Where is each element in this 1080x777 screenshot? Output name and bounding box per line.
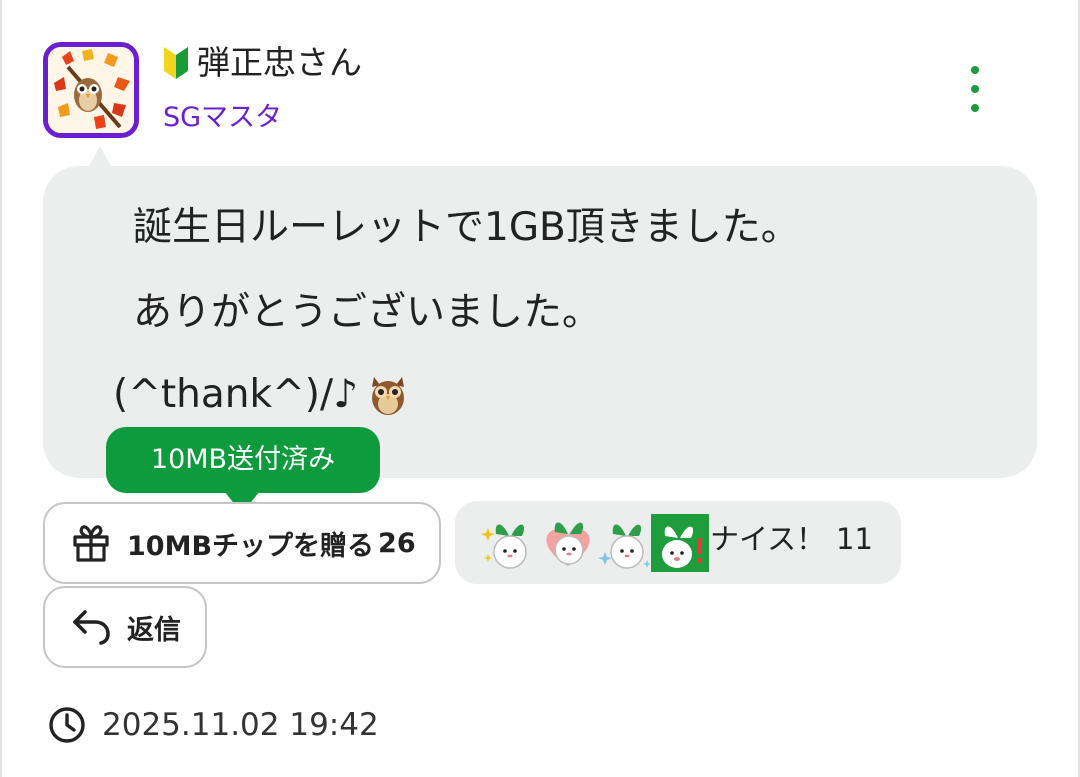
- reaction-label: ナイス！: [710, 522, 826, 556]
- post-timestamp: 2025.11.02 19:42: [102, 707, 379, 743]
- user-rank: SGマスタ: [163, 102, 283, 133]
- username[interactable]: 弾正忠さん: [197, 40, 362, 86]
- reaction-count: 11: [836, 522, 873, 556]
- tip-button[interactable]: 10MBチップを贈る 26: [43, 502, 441, 584]
- autumn-owl-avatar-icon: [48, 47, 134, 133]
- message-line-3: (^thank^)/♪: [113, 370, 408, 420]
- owl-emoji: [368, 373, 408, 417]
- user-name-row: 弾正忠さん: [163, 40, 362, 86]
- radish-surprise-stamp: [651, 514, 709, 572]
- bubble-tail: [88, 146, 112, 168]
- tip-count: 26: [378, 527, 416, 559]
- left-edge: [0, 0, 2, 777]
- more-vertical-icon[interactable]: [958, 66, 992, 112]
- user-avatar[interactable]: [43, 42, 139, 138]
- timestamp-row: 2025.11.02 19:42: [48, 703, 379, 747]
- reply-icon: [71, 608, 111, 646]
- gift-icon: [71, 523, 111, 563]
- reply-button-label: 返信: [127, 614, 181, 646]
- radish-heart-stamp: [539, 514, 597, 572]
- clock-icon: [48, 706, 86, 744]
- message-line-3-text: (^thank^)/♪: [113, 372, 359, 417]
- radish-sparkle-stamp-2: [597, 514, 655, 572]
- sent-badge: 10MB送付済み: [106, 427, 380, 493]
- message-line-2: ありがとうございました。: [133, 290, 602, 335]
- reply-button[interactable]: 返信: [43, 586, 207, 668]
- radish-sparkle-stamp: [480, 514, 538, 572]
- message-line-1: 誕生日ルーレットで1GB頂きました。: [133, 205, 800, 250]
- beginner-mark-icon: [163, 47, 189, 79]
- tip-button-label: 10MBチップを贈る: [127, 530, 375, 562]
